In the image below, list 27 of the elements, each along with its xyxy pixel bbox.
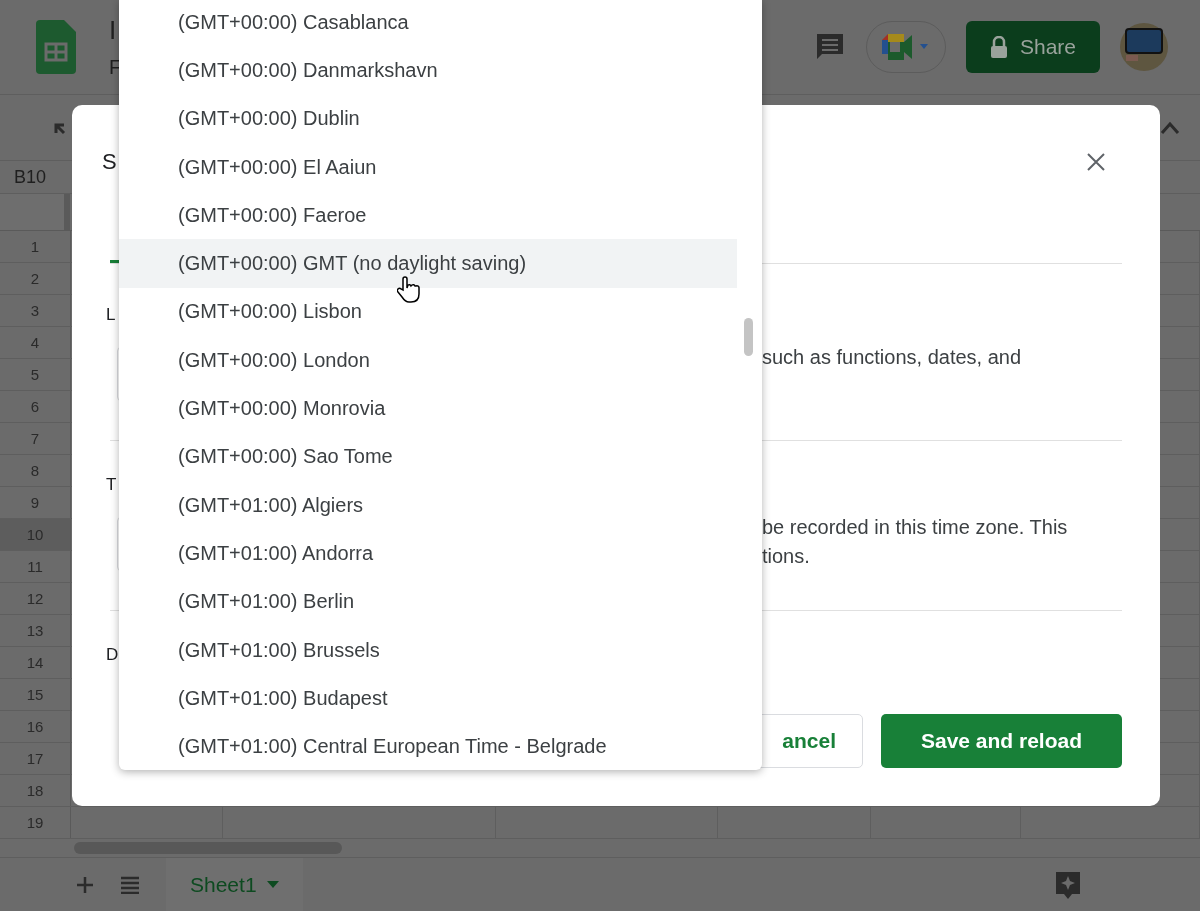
menu-option[interactable]: (GMT+00:00) El Aaiun	[119, 142, 737, 192]
menu-option[interactable]: (GMT+00:00) Casablanca	[119, 0, 737, 47]
menu-option[interactable]: (GMT+00:00) Faeroe	[119, 191, 737, 240]
menu-option[interactable]: (GMT+01:00) Central European Time - Belgrade	[119, 722, 737, 770]
menu-option[interactable]: (GMT+00:00) Dublin	[119, 94, 737, 143]
save-button[interactable]: Save and reload	[881, 714, 1122, 768]
sheet-tab[interactable]: Sheet1	[166, 858, 303, 911]
section-label: T	[106, 475, 117, 495]
menu-option[interactable]: (GMT+01:00) Algiers	[119, 480, 737, 530]
menu-option[interactable]: (GMT+00:00) Danmarkshavn	[119, 46, 737, 95]
menu-option[interactable]: (GMT+00:00) Lisbon	[119, 287, 737, 337]
menu-option[interactable]: (GMT+00:00) London	[119, 336, 737, 385]
section-label: L	[106, 305, 116, 325]
section-label: D	[106, 645, 119, 665]
name-box[interactable]: B10	[14, 166, 47, 188]
dialog-title: S	[102, 149, 117, 175]
menu-option[interactable]: (GMT+01:00) Andorra	[119, 529, 737, 578]
menu-option[interactable]: (GMT+01:00) Budapest	[119, 674, 737, 723]
share-button[interactable]: Share	[966, 21, 1100, 73]
section-description: such as functions, dates, and	[762, 345, 1022, 370]
menu-option[interactable]: (GMT+01:00) Berlin	[119, 577, 737, 626]
document-title: I	[109, 15, 118, 46]
menu-option[interactable]: (GMT+01:00) Brussels	[119, 625, 737, 675]
section-description: be recorded in this time zone. This tions.	[762, 515, 1068, 569]
menu-option[interactable]: (GMT+00:00) Monrovia	[119, 384, 737, 433]
menu-option[interactable]: (GMT+00:00) GMT (no daylight saving)	[119, 239, 737, 288]
menu-option[interactable]: (GMT+00:00) Sao Tome	[119, 432, 737, 481]
